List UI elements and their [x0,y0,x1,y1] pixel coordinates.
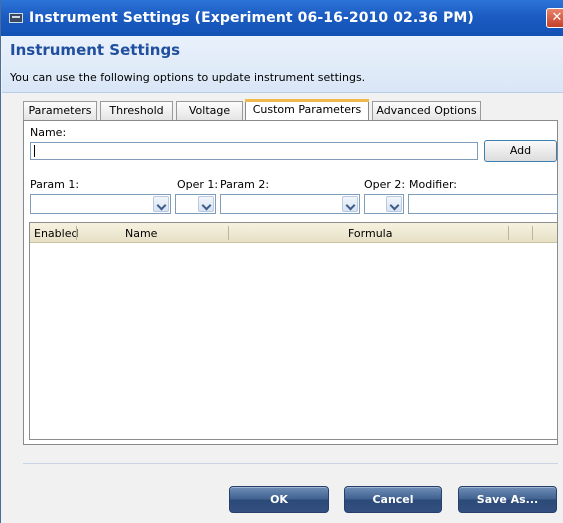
dialog-heading: Instrument Settings [10,41,181,59]
tab-strip: Parameters Threshold Voltage Custom Para… [23,99,558,121]
window-title: Instrument Settings (Experiment 06-16-20… [29,10,474,26]
chevron-down-icon[interactable] [153,196,169,212]
save-as-button[interactable]: Save As... [458,486,557,513]
grid-header: Enabled Name Formula [30,223,557,243]
column-header-formula[interactable]: Formula [348,227,392,240]
custom-parameters-grid[interactable]: Enabled Name Formula [29,222,558,440]
app-window-icon [9,13,23,23]
text-caret [34,145,35,157]
tab-advanced-options[interactable]: Advanced Options [372,101,481,120]
oper2-label: Oper 2: [364,178,406,191]
tab-parameters[interactable]: Parameters [23,101,97,120]
instrument-settings-window: Instrument Settings (Experiment 06-16-20… [0,0,563,523]
tab-threshold[interactable]: Threshold [100,101,173,120]
column-divider[interactable] [532,226,533,240]
chevron-down-icon[interactable] [198,196,214,212]
column-header-enabled[interactable]: Enabled [34,227,78,240]
name-input[interactable] [30,142,478,160]
footer-divider [23,463,558,464]
ok-button[interactable]: OK [229,486,329,513]
param2-select[interactable] [220,194,360,214]
name-label: Name: [30,126,67,139]
column-divider[interactable] [76,226,77,240]
chevron-down-icon[interactable] [386,196,402,212]
column-header-name[interactable]: Name [125,227,157,240]
title-bar[interactable]: Instrument Settings (Experiment 06-16-20… [1,0,563,36]
dialog-subtitle: You can use the following options to upd… [10,71,366,84]
close-button[interactable]: ✕ [546,8,563,28]
modifier-label: Modifier: [409,178,457,191]
param2-label: Param 2: [220,178,270,191]
cancel-button[interactable]: Cancel [344,486,442,513]
chevron-down-icon[interactable] [342,196,358,212]
column-divider[interactable] [508,226,509,240]
oper2-select[interactable] [364,194,404,214]
param1-label: Param 1: [30,178,80,191]
oper1-label: Oper 1: [177,178,219,191]
modifier-input[interactable] [408,194,558,214]
param1-select[interactable] [30,194,171,214]
oper1-select[interactable] [175,194,216,214]
tab-voltage[interactable]: Voltage [176,101,243,120]
add-button[interactable]: Add [484,140,557,162]
tab-custom-parameters[interactable]: Custom Parameters [245,99,369,121]
column-divider[interactable] [228,226,229,240]
